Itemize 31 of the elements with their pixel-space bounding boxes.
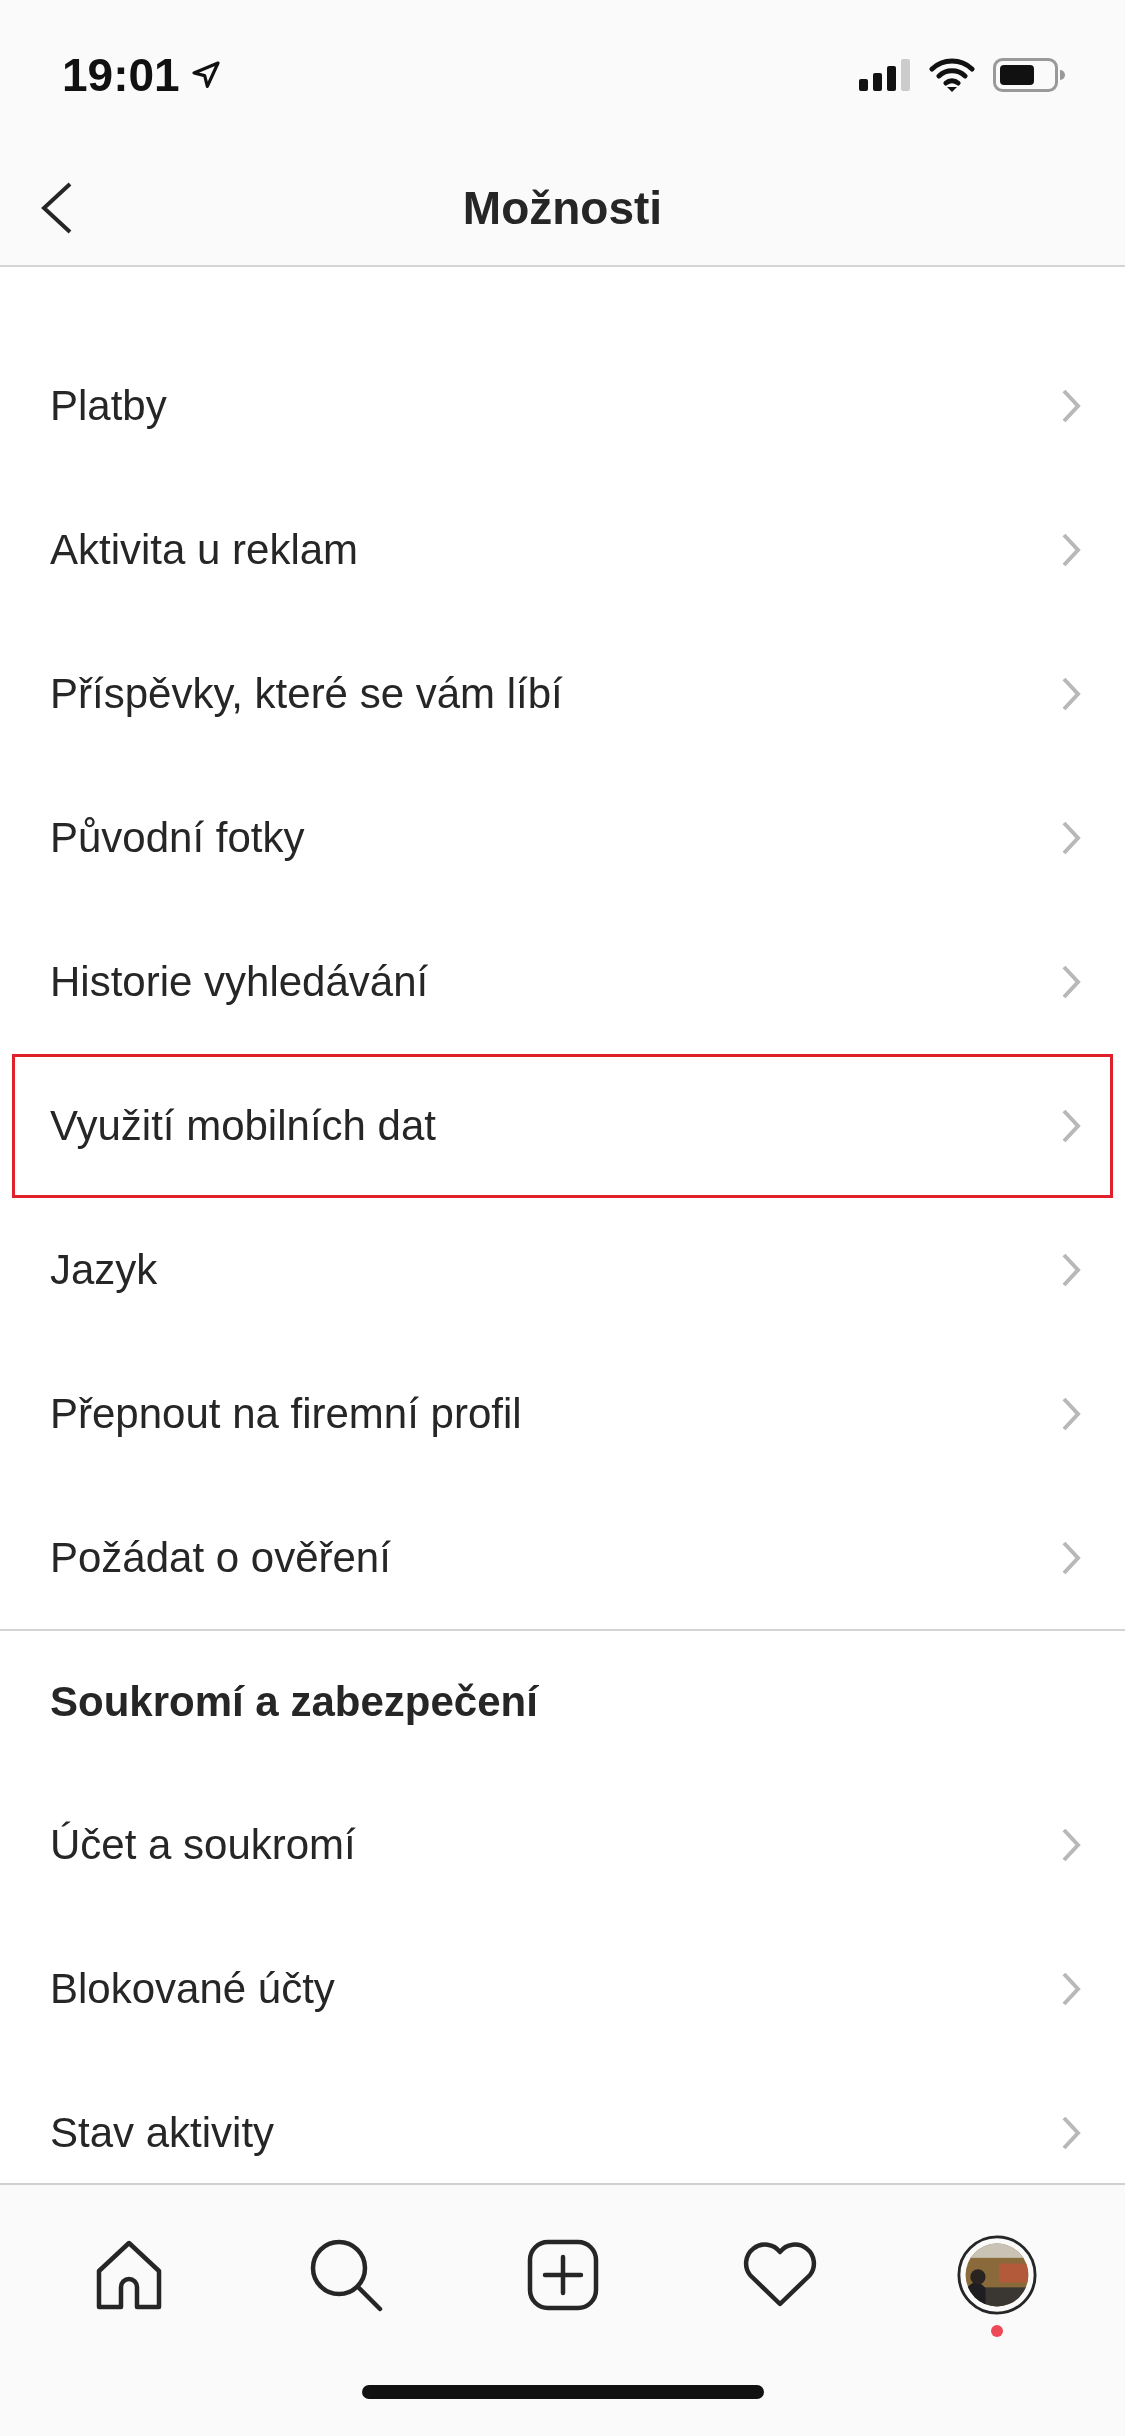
settings-row[interactable]: Příspěvky, které se vám líbí [0, 622, 1125, 766]
screen-title: Možnosti [462, 180, 663, 235]
chevron-icon [1061, 1108, 1081, 1144]
chevron-icon [1061, 1396, 1081, 1432]
section-heading: Soukromí a zabezpečení [50, 1678, 538, 1726]
chevron-icon [1061, 1540, 1081, 1576]
chevron-icon [1061, 532, 1081, 568]
chevron-icon [1061, 2115, 1081, 2151]
settings-row[interactable]: Stav aktivity [0, 2061, 1125, 2183]
settings-row[interactable]: Blokované účty [0, 1917, 1125, 2061]
chevron-icon [1061, 1252, 1081, 1288]
chevron-icon [1061, 1827, 1081, 1863]
chevron-icon [1061, 388, 1081, 424]
settings-row[interactable]: Platby [0, 334, 1125, 478]
battery-icon [993, 58, 1065, 92]
signal-icon [859, 59, 911, 91]
wifi-icon [929, 58, 975, 92]
settings-row[interactable]: Historie vyhledávání [0, 910, 1125, 1054]
settings-row[interactable]: Využití mobilních dat [12, 1054, 1113, 1198]
settings-row[interactable]: Aktivita u reklam [0, 478, 1125, 622]
chevron-icon [1061, 964, 1081, 1000]
settings-row[interactable]: Požádat o ověření [0, 1486, 1125, 1630]
chevron-icon [1061, 1971, 1081, 2007]
settings-row[interactable]: Účet a soukromí [0, 1773, 1125, 1917]
settings-row[interactable]: Jazyk [0, 1198, 1125, 1342]
location-arrow-icon [189, 59, 222, 91]
settings-row[interactable]: Přepnout na firemní profil [0, 1342, 1125, 1486]
settings-row[interactable]: Původní fotky [0, 766, 1125, 910]
chevron-icon [1061, 676, 1081, 712]
status-time: 19:01 [62, 48, 180, 102]
chevron-icon [1061, 820, 1081, 856]
